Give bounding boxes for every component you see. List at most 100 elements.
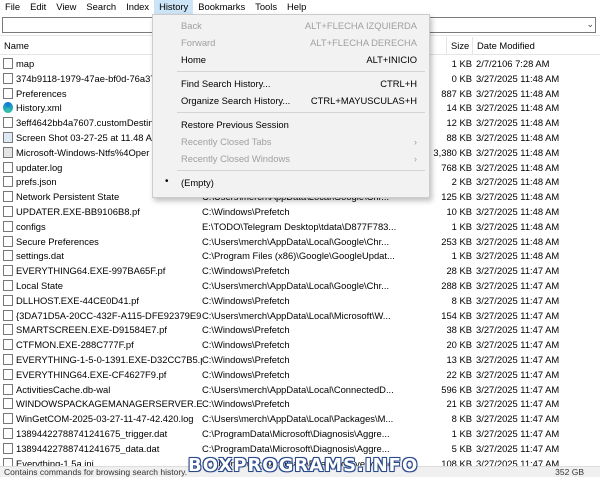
- file-icon: [3, 339, 13, 351]
- row-path: C:\Users\merch\AppData\Local\Google\Chr.…: [202, 235, 390, 247]
- file-icon: [3, 191, 13, 203]
- row-size: 22 KB: [446, 368, 472, 380]
- table-row[interactable]: UPDATER.EXE-BB9106B8.pf C:\Windows\Prefet…: [0, 204, 600, 219]
- row-size: 154 KB: [441, 309, 472, 321]
- menu-separator: [177, 170, 425, 171]
- row-path: C:\Users\merch\AppData\Local\Packages\M.…: [202, 413, 394, 425]
- file-icon: [3, 205, 13, 217]
- table-row[interactable]: EVERYTHING64.EXE-CF4627F9.pf C:\Windows\P…: [0, 367, 600, 382]
- menu-item-restore-previous-session[interactable]: Restore Previous Session: [153, 116, 429, 133]
- table-row[interactable]: ActivitiesCache.db-wal C:\Users\merch\App…: [0, 382, 600, 397]
- menu-tools[interactable]: Tools: [250, 0, 282, 14]
- row-date: 3/27/2025 11:48 AM: [476, 72, 560, 84]
- file-icon: [3, 87, 13, 99]
- table-row[interactable]: EVERYTHING-1-5-0-1391.EXE-D32CC7B5.pf C:\…: [0, 352, 600, 367]
- table-row[interactable]: 1389442278874124​1675_data.dat C:\Program…: [0, 441, 600, 456]
- file-icon: [3, 427, 13, 439]
- menu-history[interactable]: History: [154, 0, 194, 14]
- table-row[interactable]: {3DA71D5A-20CC-432F-A115-DFE92379E9... C:…: [0, 308, 600, 323]
- row-size: 2 KB: [451, 176, 472, 188]
- table-row[interactable]: CTFMON.EXE-288C777F.pf C:\Windows\Prefetc…: [0, 337, 600, 352]
- row-size: 20 KB: [446, 339, 472, 351]
- row-size: 125 KB: [441, 191, 472, 203]
- row-size: 38 KB: [446, 324, 472, 336]
- row-path: C:\Windows\Prefetch: [202, 353, 290, 365]
- status-size: 352 GB: [555, 467, 584, 477]
- row-size: 253 KB: [441, 235, 472, 247]
- row-size: 21 KB: [446, 398, 472, 410]
- chevron-down-icon[interactable]: ⌄: [586, 19, 594, 30]
- row-date: 3/27/2025 11:47 AM: [476, 339, 560, 351]
- table-row[interactable]: EVERYTHING64.EXE-997BA65F.pf C:\Windows\P…: [0, 263, 600, 278]
- menu-search[interactable]: Search: [81, 0, 121, 14]
- column-date[interactable]: Date Modified: [477, 40, 535, 51]
- row-name: WinGetCOM-2025-03-27-11-47-42.420.log: [16, 413, 194, 425]
- file-icon: [3, 353, 13, 365]
- menu-item-organize-search-history[interactable]: Organize Search History... CTRL+MAYUSCUL…: [153, 92, 429, 109]
- row-size: 10 KB: [446, 205, 472, 217]
- column-name[interactable]: Name: [4, 40, 29, 51]
- row-size: 88 KB: [446, 131, 472, 143]
- row-name: EVERYTHING64.EXE-997BA65F.pf: [16, 265, 166, 277]
- column-divider[interactable]: [446, 37, 447, 55]
- file-icon: [3, 161, 13, 173]
- row-date: 3/27/2025 11:47 AM: [476, 279, 560, 291]
- row-size: 8 KB: [451, 294, 472, 306]
- file-icon: [3, 413, 13, 425]
- table-row[interactable]: DLLHOST.EXE-44CE0D41.pf C:\Windows\Prefet…: [0, 293, 600, 308]
- row-path: C:\Windows\Prefetch: [202, 205, 290, 217]
- image-icon: [3, 131, 13, 143]
- table-row[interactable]: Local State C:\Users\merch\AppData\Local\…: [0, 278, 600, 293]
- row-path: C:\Users\merch\AppData\Local\Google\Chr.…: [202, 279, 390, 291]
- row-date: 3/27/2025 11:47 AM: [476, 398, 560, 410]
- row-name: EVERYTHING-1-5-0-1391.EXE-D32CC7B5.pf: [16, 353, 202, 365]
- row-date: 3/27/2025 11:48 AM: [476, 220, 560, 232]
- row-path: C:\Windows\Prefetch: [202, 324, 290, 336]
- table-row[interactable]: settings.dat C:\Program Files (x86)\Googl…: [0, 248, 600, 263]
- row-size: 0 KB: [451, 72, 472, 84]
- menu-help[interactable]: Help: [282, 0, 311, 14]
- menu-edit[interactable]: Edit: [25, 0, 51, 14]
- table-row[interactable]: 1389442278874124​1675_trigger.dat C:\Prog…: [0, 426, 600, 441]
- row-size: 1 KB: [451, 250, 472, 262]
- column-size[interactable]: Size: [451, 40, 469, 51]
- file-icon: [3, 279, 13, 291]
- bullet-icon: •: [165, 176, 169, 187]
- row-date: 3/27/2025 11:47 AM: [476, 442, 560, 454]
- table-row[interactable]: SMARTSCREEN.EXE-D91584E7.pf C:\Windows\Pr…: [0, 322, 600, 337]
- row-date: 2/7/2106 7:28 AM: [476, 58, 550, 69]
- row-name: 1389442278874124​1675_data.dat: [16, 442, 160, 454]
- row-size: 12 KB: [446, 117, 472, 129]
- file-icon: [3, 250, 13, 262]
- row-path: C:\Windows\Prefetch: [202, 368, 290, 380]
- row-date: 3/27/2025 11:47 AM: [476, 353, 560, 365]
- file-icon: [3, 368, 13, 380]
- row-name: CTFMON.EXE-288C777F.pf: [16, 339, 134, 351]
- table-row[interactable]: Secure Preferences C:\Users\merch\AppData…: [0, 234, 600, 249]
- file-icon: [3, 324, 13, 336]
- row-size: 288 KB: [441, 279, 472, 291]
- menu-file[interactable]: File: [0, 0, 25, 14]
- chevron-right-icon: ›: [413, 136, 417, 147]
- table-row[interactable]: WinGetCOM-2025-03-27-11-47-42.420.log C:\…: [0, 411, 600, 426]
- row-path: C:\Users\merch\AppData\Local\Microsoft\W…: [202, 309, 391, 321]
- row-name: ActivitiesCache.db-wal: [16, 383, 111, 395]
- menu-item-home[interactable]: Home ALT+INICIO: [153, 51, 429, 68]
- table-row[interactable]: configs E:\TODO\Telegram Desktop\tdata\D8…: [0, 219, 600, 234]
- menu-item-find-search-history[interactable]: Find Search History... CTRL+H: [153, 75, 429, 92]
- row-name: UPDATER.EXE-BB9106B8.pf: [16, 205, 140, 217]
- file-icon: [3, 58, 13, 69]
- menu-view[interactable]: View: [51, 0, 81, 14]
- edge-icon: [3, 102, 13, 114]
- row-name: Secure Preferences: [16, 235, 99, 247]
- menu-index[interactable]: Index: [121, 0, 154, 14]
- menu-separator: [177, 112, 425, 113]
- row-size: 13 KB: [446, 353, 472, 365]
- column-divider[interactable]: [472, 37, 473, 55]
- menu-item-empty[interactable]: • (Empty): [153, 174, 429, 191]
- menu-bookmarks[interactable]: Bookmarks: [193, 0, 250, 14]
- table-row[interactable]: WINDOWSPACKAGEMANAGERSERVER.E-... C:\Wind…: [0, 396, 600, 411]
- file-icon: [3, 442, 13, 454]
- row-date: 3/27/2025 11:47 AM: [476, 413, 560, 425]
- row-size: 1 KB: [451, 58, 472, 69]
